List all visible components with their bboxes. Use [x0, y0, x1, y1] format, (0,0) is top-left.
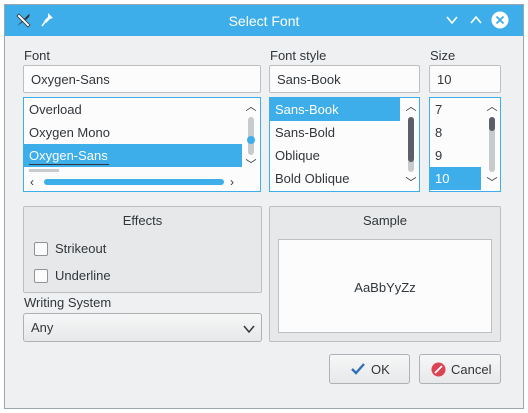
- list-item[interactable]: 9: [430, 144, 481, 167]
- effects-title: Effects: [122, 213, 163, 228]
- font-list[interactable]: Overload Oxygen Mono Oxygen-Sans ︿ ﹀ ‹ ›: [23, 97, 261, 192]
- cancel-button[interactable]: Cancel: [419, 354, 501, 384]
- writing-system-value: Any: [31, 320, 54, 335]
- list-item[interactable]: Sans-Bold: [270, 121, 400, 144]
- font-style-label: Font style: [270, 48, 327, 63]
- list-item-selected[interactable]: Sans-Book: [270, 98, 400, 121]
- size-input[interactable]: 10: [429, 65, 501, 93]
- minimize-button[interactable]: [443, 11, 461, 29]
- list-item[interactable]: 7: [430, 98, 481, 121]
- size-list-vscrollbar[interactable]: ︿ ﹀: [485, 98, 499, 191]
- effects-group: Effects Strikeout Underline: [23, 206, 262, 293]
- font-style-list[interactable]: Sans-Book Sans-Bold Oblique Bold Oblique…: [269, 97, 420, 192]
- scroll-left-icon[interactable]: ‹: [30, 175, 34, 189]
- close-button[interactable]: [491, 11, 509, 29]
- sample-title: Sample: [362, 213, 408, 228]
- title-bar: Select Font: [5, 5, 523, 36]
- cancel-label: Cancel: [451, 362, 492, 377]
- select-font-dialog: Select Font Font Font style Size Oxygen-…: [4, 4, 524, 409]
- ok-label: OK: [371, 362, 390, 377]
- font-style-input[interactable]: Sans-Book: [269, 65, 420, 93]
- scroll-down-icon[interactable]: ﹀: [404, 177, 418, 189]
- ok-button[interactable]: OK: [329, 354, 410, 384]
- scroll-up-icon[interactable]: ︿: [485, 101, 499, 113]
- scroll-up-icon[interactable]: ︿: [404, 101, 418, 113]
- list-item[interactable]: Oblique: [270, 144, 400, 167]
- underline-checkbox[interactable]: [34, 269, 48, 283]
- scroll-track[interactable]: [44, 179, 224, 185]
- list-item[interactable]: 8: [430, 121, 481, 144]
- font-list-vscrollbar[interactable]: ︿ ﹀: [244, 98, 258, 172]
- sample-preview: AaBbYyZz: [278, 239, 492, 333]
- list-item[interactable]: Bold Oblique: [270, 167, 400, 190]
- text-cursor-underline: [29, 164, 109, 165]
- size-label: Size: [430, 48, 456, 63]
- scroll-thumb[interactable]: [408, 117, 414, 162]
- size-list[interactable]: 7 8 9 10 ︿ ﹀: [429, 97, 501, 192]
- scroll-thumb[interactable]: [489, 117, 495, 131]
- list-item[interactable]: Oxygen Mono: [24, 121, 242, 144]
- scroll-down-icon[interactable]: ﹀: [485, 177, 499, 189]
- scroll-up-icon[interactable]: ︿: [244, 101, 258, 113]
- maximize-button[interactable]: [467, 11, 485, 29]
- strikeout-checkbox[interactable]: [34, 242, 48, 256]
- font-list-hscrollbar[interactable]: ‹ ›: [24, 174, 242, 190]
- style-list-vscrollbar[interactable]: ︿ ﹀: [404, 98, 418, 191]
- cancel-icon: [431, 362, 446, 380]
- underline-label[interactable]: Underline: [55, 268, 111, 283]
- font-input[interactable]: Oxygen-Sans: [23, 65, 261, 93]
- scroll-thumb[interactable]: [247, 136, 255, 144]
- check-icon: [351, 363, 365, 378]
- writing-system-select[interactable]: Any: [23, 313, 262, 342]
- sample-group: Sample AaBbYyZz: [269, 206, 501, 342]
- font-label: Font: [24, 48, 51, 63]
- partial-list-item: [29, 169, 59, 172]
- list-item-selected[interactable]: 10: [430, 167, 481, 190]
- scroll-right-icon[interactable]: ›: [230, 175, 234, 189]
- strikeout-label[interactable]: Strikeout: [55, 241, 106, 256]
- scroll-down-icon[interactable]: ﹀: [244, 159, 258, 171]
- chevron-down-icon: [243, 322, 255, 337]
- list-item[interactable]: Overload: [24, 98, 242, 121]
- sample-text: AaBbYyZz: [354, 280, 416, 295]
- writing-system-label: Writing System: [24, 295, 112, 310]
